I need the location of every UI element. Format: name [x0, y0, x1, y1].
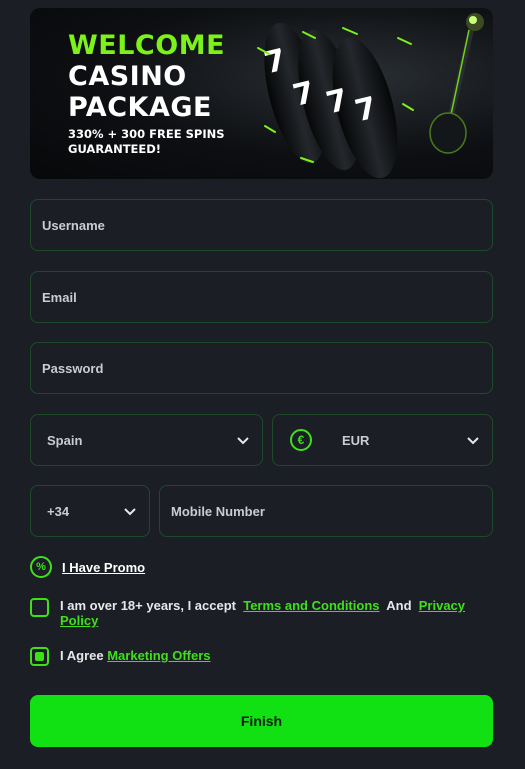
promo-toggle[interactable]: % I Have Promo	[30, 556, 145, 578]
country-value: Spain	[47, 432, 83, 448]
marketing-text: I Agree Marketing Offers	[60, 648, 211, 663]
banner-subtitle: 330% + 300 FREE SPINS GUARANTEED!	[68, 127, 225, 157]
username-placeholder: Username	[42, 217, 105, 233]
currency-select[interactable]: € EUR	[272, 414, 493, 466]
banner-subtitle-line1: 330% + 300 FREE SPINS	[68, 127, 225, 141]
promo-label[interactable]: I Have Promo	[62, 560, 145, 575]
chevron-down-icon	[237, 437, 249, 445]
banner-title-welcome: WELCOME	[68, 30, 226, 61]
email-placeholder: Email	[42, 289, 77, 305]
chevron-down-icon	[124, 508, 136, 516]
banner-subtitle-line2: GUARANTEED!	[68, 142, 162, 156]
terms-prefix: I am over 18+ years, I accept	[60, 598, 236, 613]
banner-title-package: PACKAGE	[68, 92, 212, 123]
email-field[interactable]: Email	[30, 271, 493, 323]
password-placeholder: Password	[42, 360, 104, 376]
mobile-number-placeholder: Mobile Number	[171, 503, 265, 519]
phone-code-select[interactable]: +34	[30, 485, 150, 537]
slot-machine-illustration: 7 7 7 7	[257, 13, 484, 179]
country-select[interactable]: Spain	[30, 414, 263, 466]
username-field[interactable]: Username	[30, 199, 493, 251]
terms-checkbox[interactable]	[30, 598, 49, 617]
mobile-number-field[interactable]: Mobile Number	[159, 485, 493, 537]
marketing-prefix: I Agree	[60, 648, 104, 663]
phone-code-value: +34	[47, 503, 70, 519]
marketing-checkbox[interactable]	[30, 647, 49, 666]
euro-icon: €	[290, 429, 312, 451]
chevron-down-icon	[467, 437, 479, 445]
promo-banner[interactable]: WELCOME CASINO PACKAGE 330% + 300 FREE S…	[30, 8, 493, 179]
marketing-offers-link[interactable]: Marketing Offers	[107, 648, 210, 663]
percent-icon: %	[30, 556, 52, 578]
banner-title-casino: CASINO	[68, 61, 187, 92]
password-field[interactable]: Password	[30, 342, 493, 394]
terms-and-conditions-link[interactable]: Terms and Conditions	[243, 598, 379, 613]
terms-text: I am over 18+ years, I accept Terms and …	[60, 598, 490, 628]
currency-value: EUR	[342, 432, 370, 448]
banner-text: WELCOME CASINO PACKAGE 330% + 300 FREE S…	[68, 30, 225, 157]
finish-button[interactable]: Finish	[30, 695, 493, 747]
terms-and: And	[386, 598, 412, 613]
